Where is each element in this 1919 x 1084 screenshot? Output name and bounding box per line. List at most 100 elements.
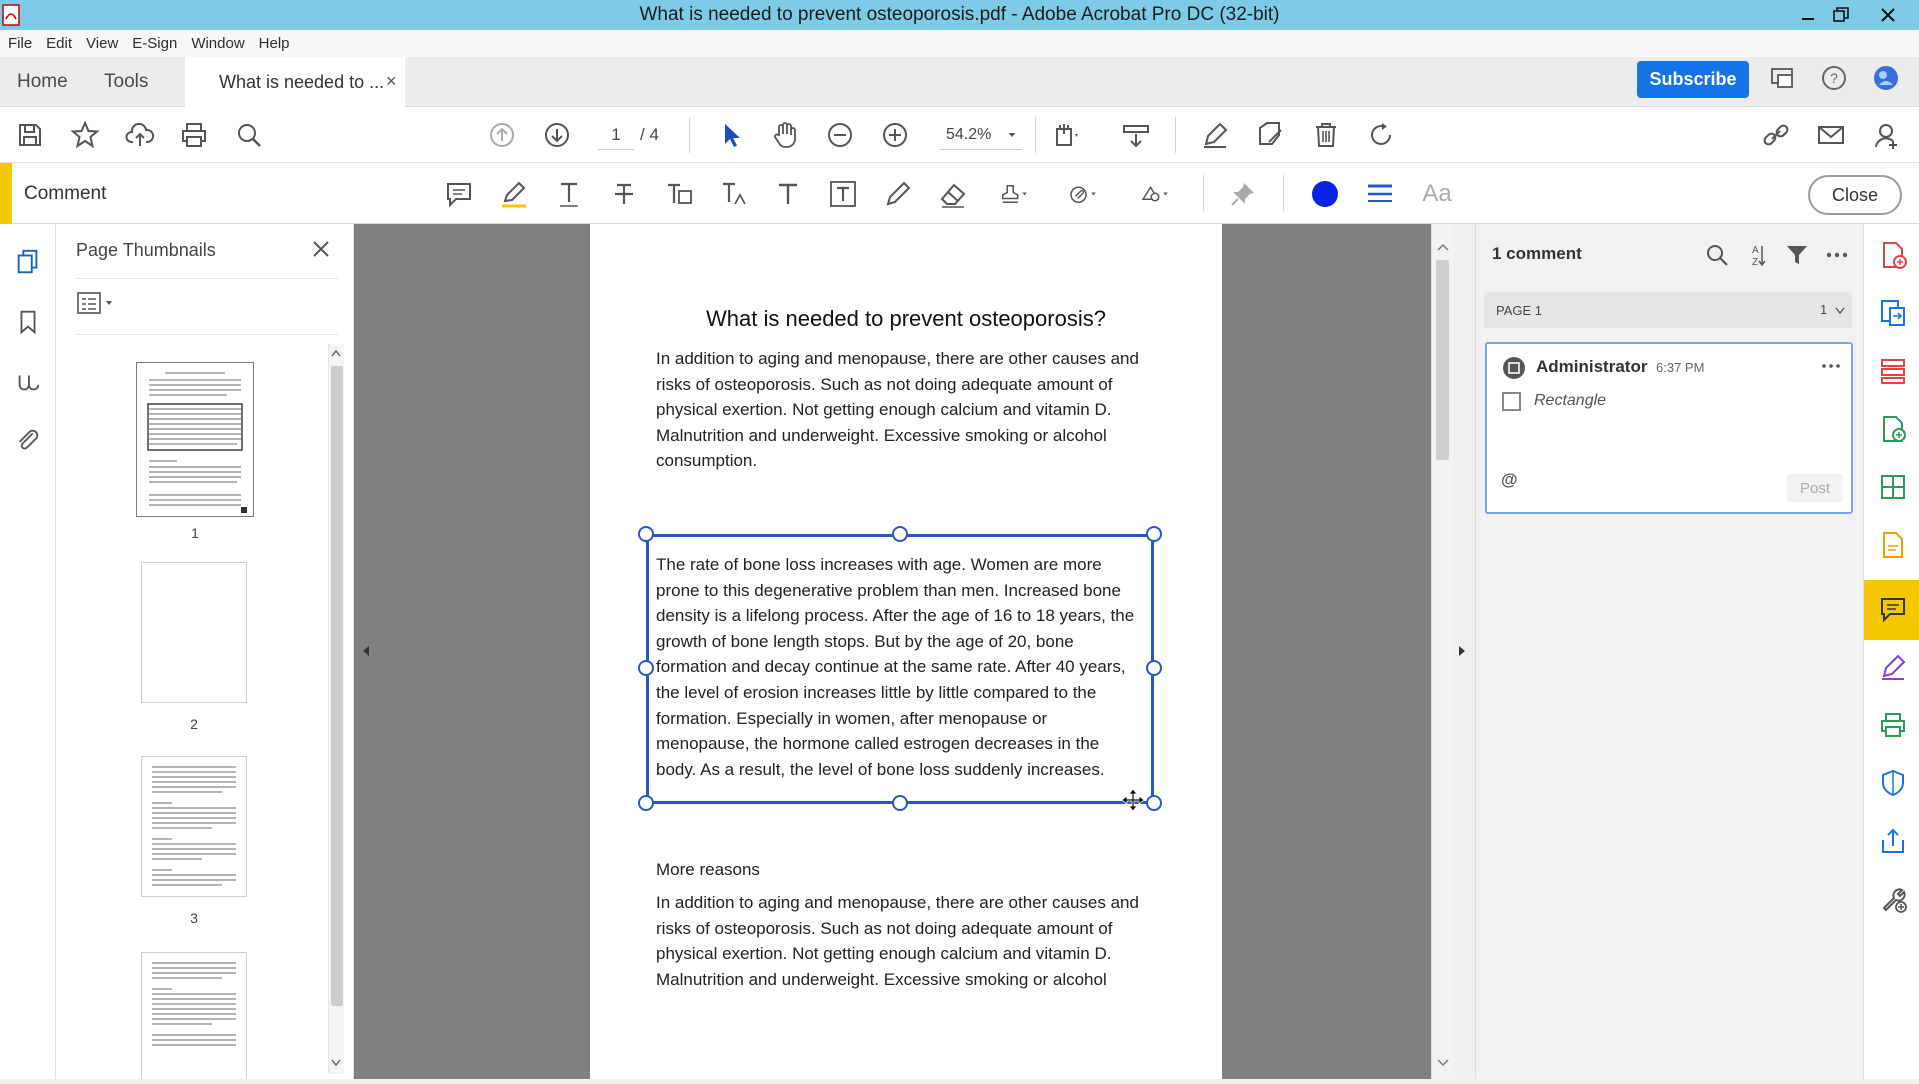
mention-button[interactable]: @ [1501,470,1518,490]
export-pdf-tool[interactable] [1876,296,1910,330]
edit-pdf-tool[interactable] [1876,528,1910,562]
comment-checkbox[interactable] [1502,392,1521,411]
attachments-tab[interactable] [12,424,44,456]
underline-text-button[interactable] [552,177,586,211]
create-pdf-tool[interactable] [1876,238,1910,272]
menu-file[interactable]: File [0,35,32,52]
bookmark-star-button[interactable] [69,119,101,151]
filter-comments-button[interactable] [1782,240,1812,270]
help-button[interactable]: ? [1818,62,1850,94]
print-production-tool[interactable] [1876,708,1910,742]
more-tools[interactable] [1876,882,1910,916]
tab-document[interactable]: What is needed to ... × [185,57,405,108]
page-number-input[interactable]: 1 [598,120,634,150]
line-properties-button[interactable] [1363,177,1397,211]
insert-text-button[interactable] [717,177,751,211]
rotate-button[interactable] [1365,119,1397,151]
combine-files-tool[interactable] [1876,412,1910,446]
tab-home[interactable]: Home [17,57,68,107]
page-thumbnails-tab[interactable] [12,246,44,278]
resize-handle-bottom-left[interactable] [638,795,654,811]
resize-handle-bottom[interactable] [892,795,908,811]
attach-file-button[interactable] [1060,177,1106,211]
next-page-button[interactable] [541,119,573,151]
protect-tool[interactable] [1876,766,1910,800]
document-scrollbar[interactable] [1431,224,1453,1079]
comment-card[interactable]: Administrator 6:37 PM Rectangle @ Post [1485,342,1853,514]
bookmarks-tab[interactable] [12,306,44,338]
menu-esign[interactable]: E-Sign [124,35,177,52]
page-thumbnail-2[interactable] [141,562,247,703]
document-viewer[interactable]: What is needed to prevent osteoporosis? … [354,224,1465,1079]
close-thumbnails-button[interactable] [308,236,334,262]
organize-pages-tool[interactable] [1876,354,1910,388]
page-thumbnail-1[interactable] [136,362,254,517]
resize-handle-top[interactable] [892,526,908,542]
menu-window[interactable]: Window [183,35,244,52]
print-button[interactable] [178,119,210,151]
save-button[interactable] [14,119,46,151]
menu-help[interactable]: Help [251,35,290,52]
strikethrough-button[interactable] [607,177,641,211]
subscribe-button[interactable]: Subscribe [1637,61,1749,98]
document-scroll-thumb[interactable] [1436,260,1449,460]
share-screen-button[interactable] [1767,62,1799,94]
scrolling-mode-button[interactable] [1120,119,1152,151]
page-thumbnail-3[interactable] [141,756,247,897]
text-box-button[interactable] [826,177,860,211]
close-tab-icon[interactable]: × [386,71,397,92]
tab-tools[interactable]: Tools [104,57,148,107]
replace-text-button[interactable] [662,177,696,211]
comment-page-group[interactable]: PAGE 1 1 [1484,292,1852,328]
comment-tool[interactable] [1876,592,1910,626]
fill-sign-button[interactable] [1199,119,1231,151]
edit-pdf-button[interactable] [1254,119,1286,151]
page-thumbnail-4[interactable] [141,952,247,1079]
compress-pdf-tool[interactable] [1876,470,1910,504]
post-reply-button[interactable]: Post [1787,474,1843,502]
thumbnails-scrollbar[interactable] [328,344,344,1074]
restore-button[interactable] [1823,0,1859,30]
comment-more-icon[interactable] [1821,362,1841,370]
sticky-note-button[interactable] [442,177,476,211]
resize-handle-bottom-right[interactable] [1146,795,1162,811]
hand-tool-button[interactable] [769,119,801,151]
add-user-button[interactable] [1870,119,1902,151]
stamp-button[interactable] [991,177,1037,211]
upload-cloud-button[interactable] [124,119,156,151]
collapse-right-panel-button[interactable] [1456,638,1468,664]
share-link-button[interactable] [1760,119,1792,151]
share-tool[interactable] [1876,824,1910,858]
sort-comments-button[interactable]: AZ [1742,240,1772,270]
previous-page-button[interactable] [486,119,518,151]
pencil-button[interactable] [881,177,915,211]
close-comment-tool-button[interactable]: Close [1808,175,1902,215]
signatures-tab[interactable] [12,366,44,398]
delete-button[interactable] [1310,119,1342,151]
comments-more-button[interactable] [1822,240,1852,270]
fill-sign-tool[interactable] [1876,650,1910,684]
email-button[interactable] [1815,119,1847,151]
collapse-left-panel-button[interactable] [360,638,372,664]
text-properties-button[interactable]: Aa [1415,177,1459,211]
minimize-button[interactable] [1790,0,1826,30]
thumbnails-scroll-thumb[interactable] [331,366,343,1006]
menu-view[interactable]: View [78,35,118,52]
drawing-tools-button[interactable] [1132,177,1178,211]
add-text-button[interactable] [771,177,805,211]
highlight-button[interactable] [497,177,531,211]
eraser-button[interactable] [936,177,970,211]
thumbnail-options-button[interactable] [76,288,120,318]
resize-handle-right[interactable] [1146,660,1162,676]
menu-edit[interactable]: Edit [38,35,72,52]
resize-handle-left[interactable] [638,660,654,676]
account-button[interactable] [1870,62,1902,94]
color-picker-button[interactable] [1308,177,1342,211]
select-tool-button[interactable] [715,119,747,151]
zoom-in-button[interactable] [879,119,911,151]
zoom-out-button[interactable] [824,119,856,151]
close-window-button[interactable] [1870,0,1906,30]
resize-handle-top-left[interactable] [638,526,654,542]
zoom-level-input[interactable]: 54.2% [940,120,1022,150]
find-button[interactable] [233,119,265,151]
